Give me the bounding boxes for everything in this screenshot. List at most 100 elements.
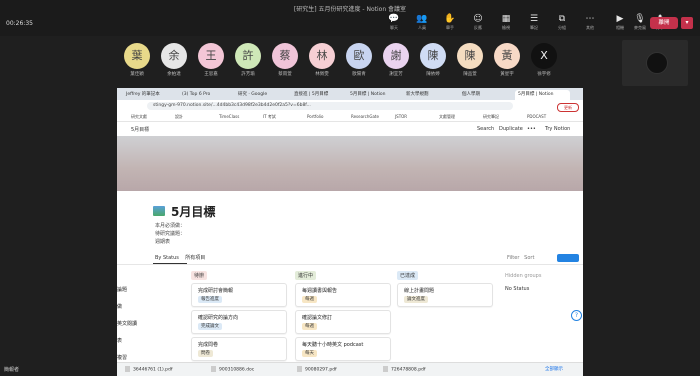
browser-tab[interactable]: 新大學規劃 xyxy=(403,90,458,100)
board-card[interactable]: 確認研究的論方向 完成論文 xyxy=(191,310,287,334)
board-group-header[interactable]: 已達成 xyxy=(397,271,419,280)
download-filename: 90080297.pdf xyxy=(305,367,337,373)
chevron-down-icon[interactable]: ▾ xyxy=(681,17,693,29)
filter-sort: Filter Sort xyxy=(507,255,534,261)
participant[interactable]: X 徐宇修 xyxy=(531,43,557,79)
toolbar-button[interactable]: ⋯ 其他 xyxy=(578,14,602,34)
participant[interactable]: 黃黃星宇 xyxy=(494,43,520,79)
table-row[interactable]: 做 xyxy=(117,303,122,310)
tab-by-status[interactable]: By Status xyxy=(155,255,179,261)
card-title: 每天聽十小時英文 podcast xyxy=(302,342,364,348)
board-card[interactable]: 每週讀書與報告 每週 xyxy=(295,283,391,307)
rooms-icon: ⧉ xyxy=(558,14,566,24)
breadcrumb[interactable]: 5月目標 xyxy=(131,126,149,133)
toolbar-button[interactable]: ▦ 檢視 xyxy=(494,14,518,34)
new-button[interactable] xyxy=(557,254,579,262)
participant[interactable]: 王王思嘉 xyxy=(198,43,224,79)
more-button[interactable]: ••• xyxy=(527,126,536,132)
show-all-downloads-button[interactable]: 全部顯示 xyxy=(545,366,563,372)
browser-tab[interactable]: 研究 · Google xyxy=(235,90,290,100)
board-card[interactable]: 完成研討會簡報 報告進度 xyxy=(191,283,287,307)
page-property: 週期表 xyxy=(155,239,171,245)
board-group-header[interactable]: 待辦 xyxy=(191,271,208,280)
toolbar-button[interactable]: ☰ 筆記 xyxy=(522,14,546,34)
toolbar-button-label: 聊天 xyxy=(390,25,398,30)
bookmark-item[interactable]: IT 考試 xyxy=(263,113,276,120)
avatar: 陳 xyxy=(420,43,446,69)
board-card[interactable]: 線上計畫問題 論文進度 xyxy=(397,283,493,307)
browser-tab[interactable]: 5月目標 | Notion xyxy=(515,90,570,100)
download-item[interactable]: 90080297.pdf xyxy=(297,366,337,373)
bookmark-item[interactable]: 研究筆記 xyxy=(483,113,499,120)
try-notion-button[interactable]: Try Notion xyxy=(545,126,570,132)
toolbar-button-label: 反應 xyxy=(474,25,482,30)
duplicate-button[interactable]: Duplicate xyxy=(499,126,523,132)
table-row[interactable]: 表 xyxy=(117,337,122,344)
browser-tab[interactable]: (3) Top 6 Pro xyxy=(179,90,234,100)
download-item[interactable]: 36446761 (1).pdf xyxy=(125,366,172,373)
shared-screen: Jeffrey 的筆記本 (3) Top 6 Pro 研究 · Google 直接進 … xyxy=(117,88,583,376)
download-filename: 726478808.pdf xyxy=(391,367,426,373)
sort-button[interactable]: Sort xyxy=(524,255,534,261)
notes-icon: ☰ xyxy=(529,14,539,24)
view-tabs: By Status 所有項目 xyxy=(155,254,205,261)
tab-all-items[interactable]: 所有項目 xyxy=(185,255,205,261)
browser-tab[interactable]: Jeffrey 的筆記本 xyxy=(123,90,178,100)
participant[interactable]: 林林佩雯 xyxy=(309,43,335,79)
table-row[interactable]: 英文閱讀 xyxy=(117,320,137,327)
participant[interactable]: 陳陳品萱 xyxy=(457,43,483,79)
participant[interactable]: 蔡蔡雨萱 xyxy=(272,43,298,79)
participant-name: 謝宜芳 xyxy=(389,72,403,77)
bookmark-item[interactable]: 設計 xyxy=(175,113,183,120)
toolbar-button[interactable]: ✋ 舉手 xyxy=(438,14,462,34)
filter-button[interactable]: Filter xyxy=(507,255,519,261)
table-row[interactable]: 論題 xyxy=(117,286,127,293)
bookmark-item[interactable]: 研究文獻 xyxy=(131,113,147,120)
board-card[interactable]: 完成問卷 問卷 xyxy=(191,337,287,361)
page-title: 5月目標 xyxy=(171,205,216,219)
participant[interactable]: 陳陳依婷 xyxy=(420,43,446,79)
card-tag: 報告進度 xyxy=(198,296,222,303)
card-title: 確認論文修訂 xyxy=(302,315,333,321)
bookmark-item[interactable]: ResearchGate xyxy=(351,113,379,120)
divider xyxy=(117,264,583,265)
bookmark-item[interactable]: Portfolio xyxy=(307,113,323,120)
update-button[interactable]: 更新 xyxy=(557,103,579,112)
participant[interactable]: 葉葉佳穎 xyxy=(124,43,150,79)
card-tag: 每週 xyxy=(302,296,317,303)
help-icon[interactable]: ? xyxy=(571,310,582,321)
address-bar[interactable]: stingy-gm-970.notion.site/...4d4bb3c43d9… xyxy=(147,102,513,110)
participant[interactable]: 許許芳瑜 xyxy=(235,43,261,79)
toolbar-button[interactable]: ⧉ 分組 xyxy=(550,14,574,34)
toolbar-button[interactable]: ☺ 反應 xyxy=(466,14,490,34)
participant[interactable]: 歐歐陽青 xyxy=(346,43,372,79)
participant[interactable]: 謝謝宜芳 xyxy=(383,43,409,79)
table-row[interactable]: 複習 xyxy=(117,354,127,361)
toolbar-button[interactable]: 👥 人員 xyxy=(410,14,434,34)
browser-tab[interactable]: 5月目標 | Notion xyxy=(347,90,402,100)
bookmark-item[interactable]: JSTOR xyxy=(395,113,407,120)
no-status-group[interactable]: No Status xyxy=(505,286,529,292)
download-filename: 36446761 (1).pdf xyxy=(133,367,173,373)
search-button[interactable]: Search xyxy=(477,126,494,132)
leave-label: 離開 xyxy=(658,20,670,26)
card-title: 每週讀書與報告 xyxy=(302,288,338,294)
browser-tab[interactable]: 個人學期 xyxy=(459,90,514,100)
board-card[interactable]: 確認論文修訂 每週 xyxy=(295,310,391,334)
download-item[interactable]: 726478808.pdf xyxy=(383,366,426,373)
avatar: 許 xyxy=(235,43,261,69)
participant[interactable]: 余余柏達 xyxy=(161,43,187,79)
chat-icon: 💬 xyxy=(388,14,400,24)
avatar: 蔡 xyxy=(272,43,298,69)
card-tag: 每週 xyxy=(302,323,317,330)
bookmark-item[interactable]: 文獻管理 xyxy=(439,113,455,120)
browser-tab[interactable]: 直接進 | 5月目標 xyxy=(291,90,346,100)
bookmark-item[interactable]: TimeClass xyxy=(219,113,239,120)
board-group-header[interactable]: 進行中 xyxy=(295,271,317,280)
toolbar-button[interactable]: 💬 聊天 xyxy=(382,14,406,34)
leave-button[interactable]: 離開 xyxy=(650,17,678,29)
board-card[interactable]: 每天聽十小時英文 podcast 每天 xyxy=(295,337,391,361)
bookmark-item[interactable]: PDOCAST xyxy=(527,113,546,120)
bookmarks-bar xyxy=(117,112,583,122)
download-item[interactable]: 900310886.doc xyxy=(211,366,254,373)
